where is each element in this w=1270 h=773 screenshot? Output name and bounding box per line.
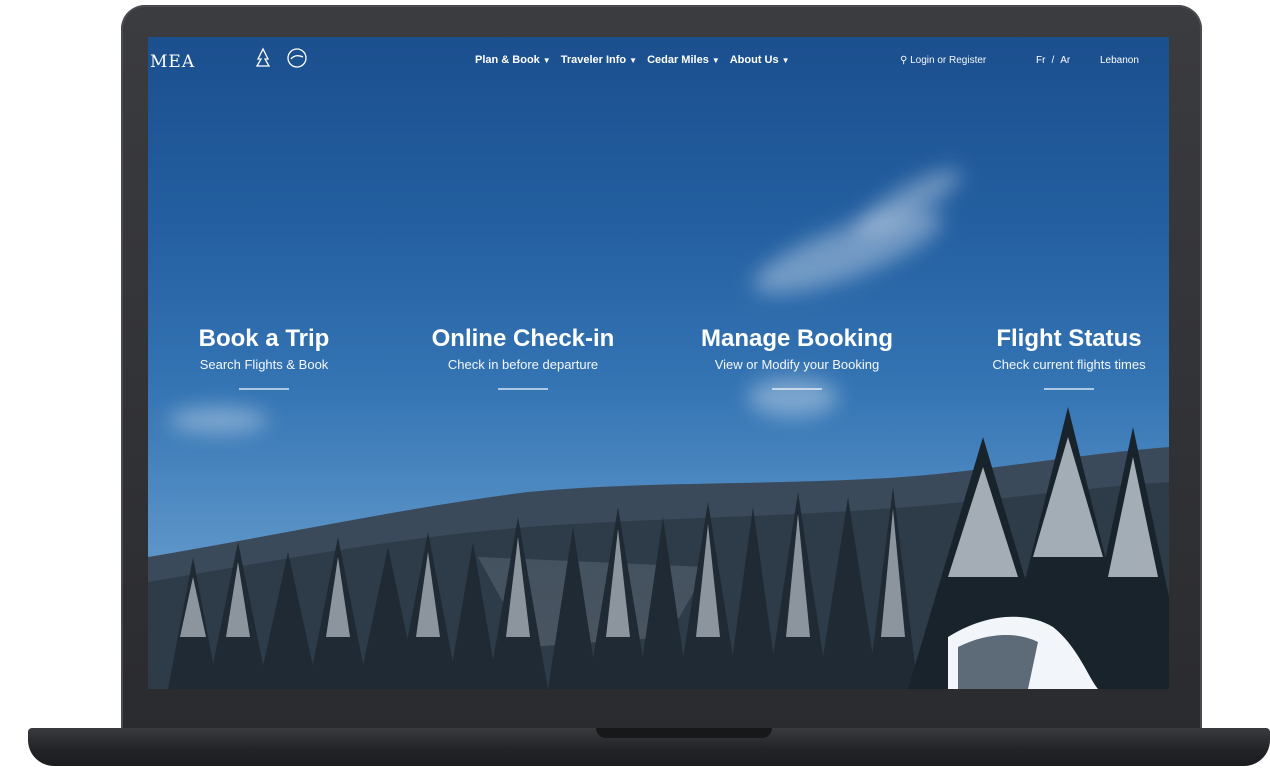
country-selector[interactable]: Lebanon bbox=[1100, 55, 1139, 66]
tile-underline bbox=[498, 388, 548, 390]
lang-divider: / bbox=[1051, 55, 1055, 66]
tile-subtitle: Search Flights & Book bbox=[199, 357, 329, 372]
laptop-notch bbox=[596, 728, 772, 738]
tile-online-check-in[interactable]: Online Check-in Check in before departur… bbox=[403, 325, 643, 390]
menu-plan-book[interactable]: Plan & Book ▼ bbox=[475, 54, 551, 66]
skyteam-icon bbox=[287, 48, 307, 68]
tile-book-a-trip[interactable]: Book a Trip Search Flights & Book bbox=[148, 325, 384, 390]
language-switcher: Fr / Ar bbox=[1036, 55, 1070, 66]
menu-about-us[interactable]: About Us ▼ bbox=[730, 54, 790, 66]
tile-title: Flight Status bbox=[996, 325, 1142, 352]
cedar-icon bbox=[255, 47, 271, 67]
tile-title: Online Check-in bbox=[431, 325, 615, 352]
tile-manage-booking[interactable]: Manage Booking View or Modify your Booki… bbox=[677, 325, 917, 390]
tile-title: Book a Trip bbox=[198, 325, 330, 352]
top-navigation-bar: MEA Plan & Book ▼ Traveler Info ▼ Cedar Mi… bbox=[148, 37, 1169, 87]
menu-label: About Us bbox=[729, 54, 779, 66]
tile-flight-status[interactable]: Flight Status Check current flights time… bbox=[949, 325, 1169, 390]
brand-logo[interactable]: MEA bbox=[150, 52, 195, 72]
menu-label: Plan & Book bbox=[475, 54, 540, 66]
tile-subtitle: View or Modify your Booking bbox=[714, 357, 880, 372]
chevron-down-icon: ▼ bbox=[629, 56, 638, 65]
tile-underline bbox=[772, 388, 822, 390]
menu-label: Cedar Miles bbox=[647, 54, 709, 66]
chevron-down-icon: ▼ bbox=[781, 56, 790, 65]
user-icon: ⚲ bbox=[900, 55, 911, 66]
login-register-link[interactable]: ⚲ Login or Register bbox=[900, 55, 986, 66]
menu-traveler-info[interactable]: Traveler Info ▼ bbox=[561, 54, 637, 66]
tile-title: Manage Booking bbox=[700, 325, 893, 352]
tile-subtitle: Check in before departure bbox=[447, 357, 599, 372]
laptop-screen: MEA Plan & Book ▼ Traveler Info ▼ Cedar Mi… bbox=[148, 37, 1169, 689]
chevron-down-icon: ▼ bbox=[542, 56, 551, 65]
tile-underline bbox=[1044, 388, 1094, 390]
lang-fr[interactable]: Fr bbox=[1036, 55, 1045, 66]
tile-underline bbox=[239, 388, 289, 390]
login-label: Login or Register bbox=[910, 55, 987, 66]
tile-subtitle: Check current flights times bbox=[992, 357, 1146, 372]
menu-label: Traveler Info bbox=[560, 54, 627, 66]
lang-ar[interactable]: Ar bbox=[1060, 55, 1070, 66]
chevron-down-icon: ▼ bbox=[711, 56, 720, 65]
laptop-base bbox=[28, 728, 1270, 766]
menu-cedar-miles[interactable]: Cedar Miles ▼ bbox=[647, 54, 720, 66]
main-menu: Plan & Book ▼ Traveler Info ▼ Cedar Miles ▼… bbox=[475, 54, 790, 66]
